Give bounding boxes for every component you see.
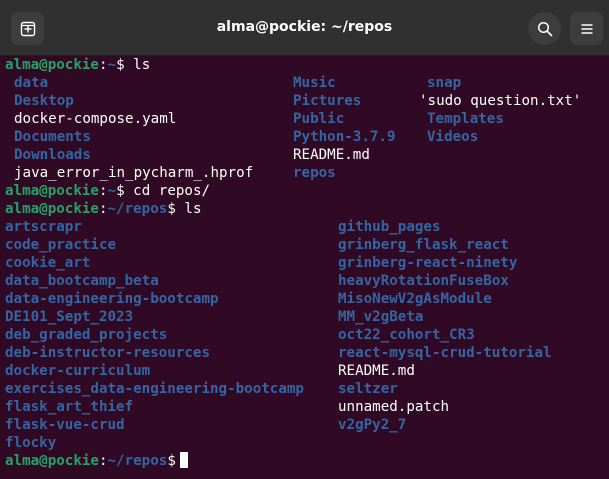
list-item: flocky	[5, 435, 57, 451]
prompt-separator: :	[98, 57, 108, 73]
list-item: Documents	[14, 129, 91, 145]
prompt-separator: :	[98, 201, 108, 217]
prompt-symbol: $	[167, 453, 176, 469]
list-item: data_bootcamp_beta	[5, 273, 159, 289]
list-item: Python-3.7.9	[293, 129, 396, 145]
prompt-user: alma@pockie	[5, 183, 99, 199]
list-item: grinberg_flask_react	[338, 237, 509, 253]
prompt-command: ls	[175, 201, 202, 217]
list-item: heavyRotationFuseBox	[338, 273, 509, 289]
list-item: docker-compose.yaml	[14, 111, 177, 127]
list-item: Desktop	[14, 93, 74, 109]
prompt-user: alma@pockie	[5, 453, 99, 469]
list-item: Pictures	[293, 93, 362, 109]
hamburger-menu-icon	[580, 22, 594, 36]
terminal-output[interactable]: alma@pockie:~$ ls data Music snap Deskto…	[0, 56, 609, 479]
list-item: DE101_Sept_2023	[5, 309, 134, 325]
list-item: 'sudo question.txt'	[419, 93, 582, 109]
list-item: README.md	[338, 363, 415, 379]
list-item: flask-vue-crud	[5, 417, 125, 433]
prompt-symbol: $	[167, 201, 176, 217]
terminal-window: alma@pockie: ~/repos alma@pockie:~$ ls d…	[0, 0, 609, 479]
prompt-line: alma@pockie:~/repos$	[5, 452, 188, 470]
list-item: exercises_data-engineering-bootcamp	[5, 381, 304, 397]
prompt-symbol: $	[116, 57, 125, 73]
list-item: java_error_in_pycharm_.hprof	[14, 165, 254, 181]
list-item: flask_art_thief	[5, 399, 134, 415]
list-item: deb-instructor-resources	[5, 345, 210, 361]
prompt-command: ls	[124, 57, 151, 73]
list-item: code_practice	[5, 237, 117, 253]
text-cursor	[179, 452, 188, 468]
list-item: grinberg-react-ninety	[338, 255, 518, 271]
list-item: snap	[427, 75, 462, 91]
prompt-command: cd repos/	[124, 183, 211, 199]
list-item: Videos	[427, 129, 479, 145]
list-item: unnamed.patch	[338, 399, 450, 415]
list-item: repos	[293, 165, 336, 181]
search-button[interactable]	[528, 12, 561, 45]
list-item: MisoNewV2gAsModule	[338, 291, 492, 307]
list-item: MM_v2gBeta	[338, 309, 424, 325]
prompt-path: ~/repos	[107, 453, 168, 469]
list-item: Public	[293, 111, 345, 127]
search-icon	[537, 21, 553, 37]
list-item: artscrapr	[5, 219, 82, 235]
prompt-line: alma@pockie:~$ cd repos/	[5, 182, 210, 200]
list-item: Templates	[427, 111, 504, 127]
prompt-symbol: $	[116, 183, 125, 199]
prompt-line: alma@pockie:~$ ls	[5, 56, 150, 74]
list-item: data-engineering-bootcamp	[5, 291, 219, 307]
prompt-user: alma@pockie	[5, 201, 99, 217]
prompt-separator: :	[98, 453, 108, 469]
list-item: data	[14, 75, 49, 91]
titlebar: alma@pockie: ~/repos	[0, 0, 609, 56]
list-item: github_pages	[338, 219, 441, 235]
prompt-user: alma@pockie	[5, 57, 99, 73]
list-item: docker-curriculum	[5, 363, 151, 379]
list-item: Downloads	[14, 147, 91, 163]
list-item: deb_graded_projects	[5, 327, 168, 343]
list-item: cookie_art	[5, 255, 91, 271]
prompt-separator: :	[98, 183, 108, 199]
list-item: oct22_cohort_CR3	[338, 327, 475, 343]
prompt-path: ~	[107, 183, 117, 199]
list-item: seltzer	[338, 381, 398, 397]
list-item: v2gPy2_7	[338, 417, 407, 433]
prompt-path: ~/repos	[107, 201, 168, 217]
list-item: react-mysql-crud-tutorial	[338, 345, 552, 361]
menu-button[interactable]	[570, 12, 603, 45]
window-title: alma@pockie: ~/repos	[216, 19, 393, 35]
prompt-line: alma@pockie:~/repos$ ls	[5, 200, 201, 218]
list-item: README.md	[293, 147, 370, 163]
list-item: Music	[293, 75, 336, 91]
prompt-path: ~	[107, 57, 117, 73]
